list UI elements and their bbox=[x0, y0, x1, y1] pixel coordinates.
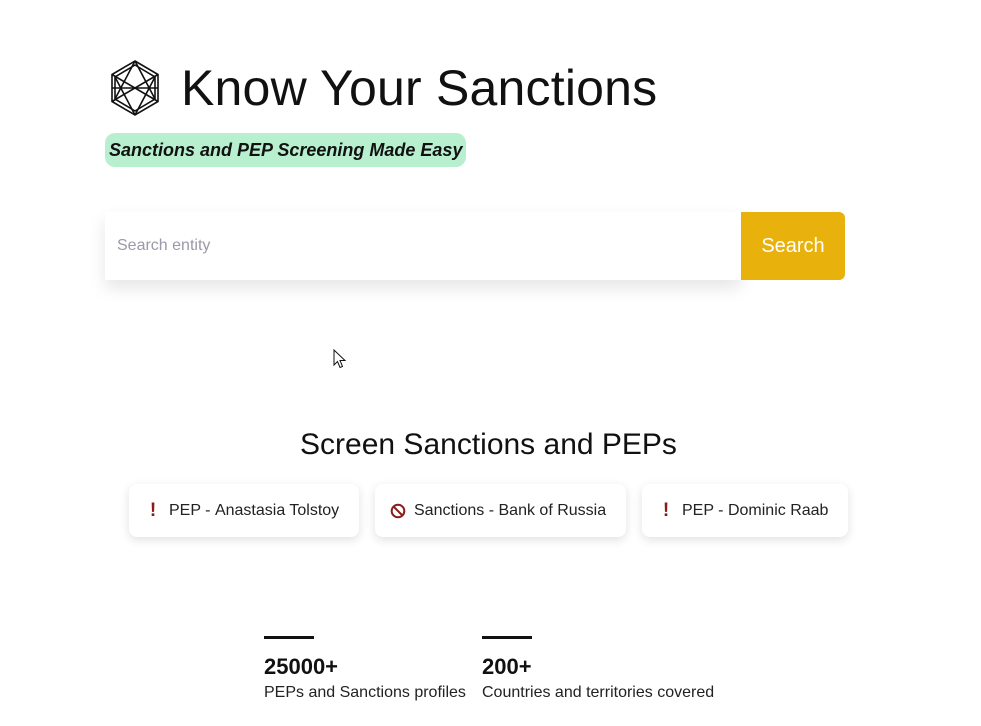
tagline-badge: Sanctions and PEP Screening Made Easy bbox=[105, 133, 467, 167]
section-title: Screen Sanctions and PEPs bbox=[300, 428, 677, 461]
stat-profiles: 25000+ PEPs and Sanctions profiles bbox=[264, 636, 466, 702]
brand: Know Your Sanctions bbox=[105, 58, 657, 118]
search-bar: Search bbox=[105, 212, 845, 280]
stat-label: Countries and territories covered bbox=[482, 684, 715, 701]
search-input-wrapper bbox=[105, 212, 741, 280]
exclamation-icon: ! bbox=[662, 499, 670, 521]
app-title: Know Your Sanctions bbox=[181, 60, 658, 116]
example-chip-pep-anastasia-tolstoy[interactable]: ! PEP - Anastasia Tolstoy bbox=[129, 484, 359, 537]
mouse-pointer-icon bbox=[333, 349, 347, 369]
search-input[interactable] bbox=[105, 212, 741, 280]
stat-countries: 200+ Countries and territories covered bbox=[482, 636, 714, 702]
search-button[interactable]: Search bbox=[741, 212, 845, 280]
exclamation-icon: ! bbox=[149, 499, 157, 521]
stat-divider bbox=[264, 636, 314, 639]
hexagon-logo-icon bbox=[111, 60, 159, 116]
chip-type: Sanctions - bbox=[414, 501, 495, 519]
example-chip-sanctions-bank-of-russia[interactable]: Sanctions - Bank of Russia bbox=[375, 484, 626, 537]
page: Know Your Sanctions Sanctions and PEP Sc… bbox=[0, 0, 981, 726]
example-chip-pep-dominic-raab[interactable]: ! PEP - Dominic Raab bbox=[642, 484, 848, 537]
chip-type: PEP - bbox=[169, 501, 211, 519]
chip-name: Anastasia Tolstoy bbox=[214, 501, 340, 519]
stat-value: 25000+ bbox=[264, 654, 339, 679]
chip-name: Dominic Raab bbox=[727, 501, 829, 519]
stat-divider bbox=[482, 636, 532, 639]
stat-label: PEPs and Sanctions profiles bbox=[264, 684, 466, 701]
chip-name: Bank of Russia bbox=[498, 501, 607, 519]
stat-value: 200+ bbox=[482, 654, 532, 679]
prohibited-icon bbox=[390, 503, 406, 518]
chip-type: PEP - bbox=[682, 501, 724, 519]
